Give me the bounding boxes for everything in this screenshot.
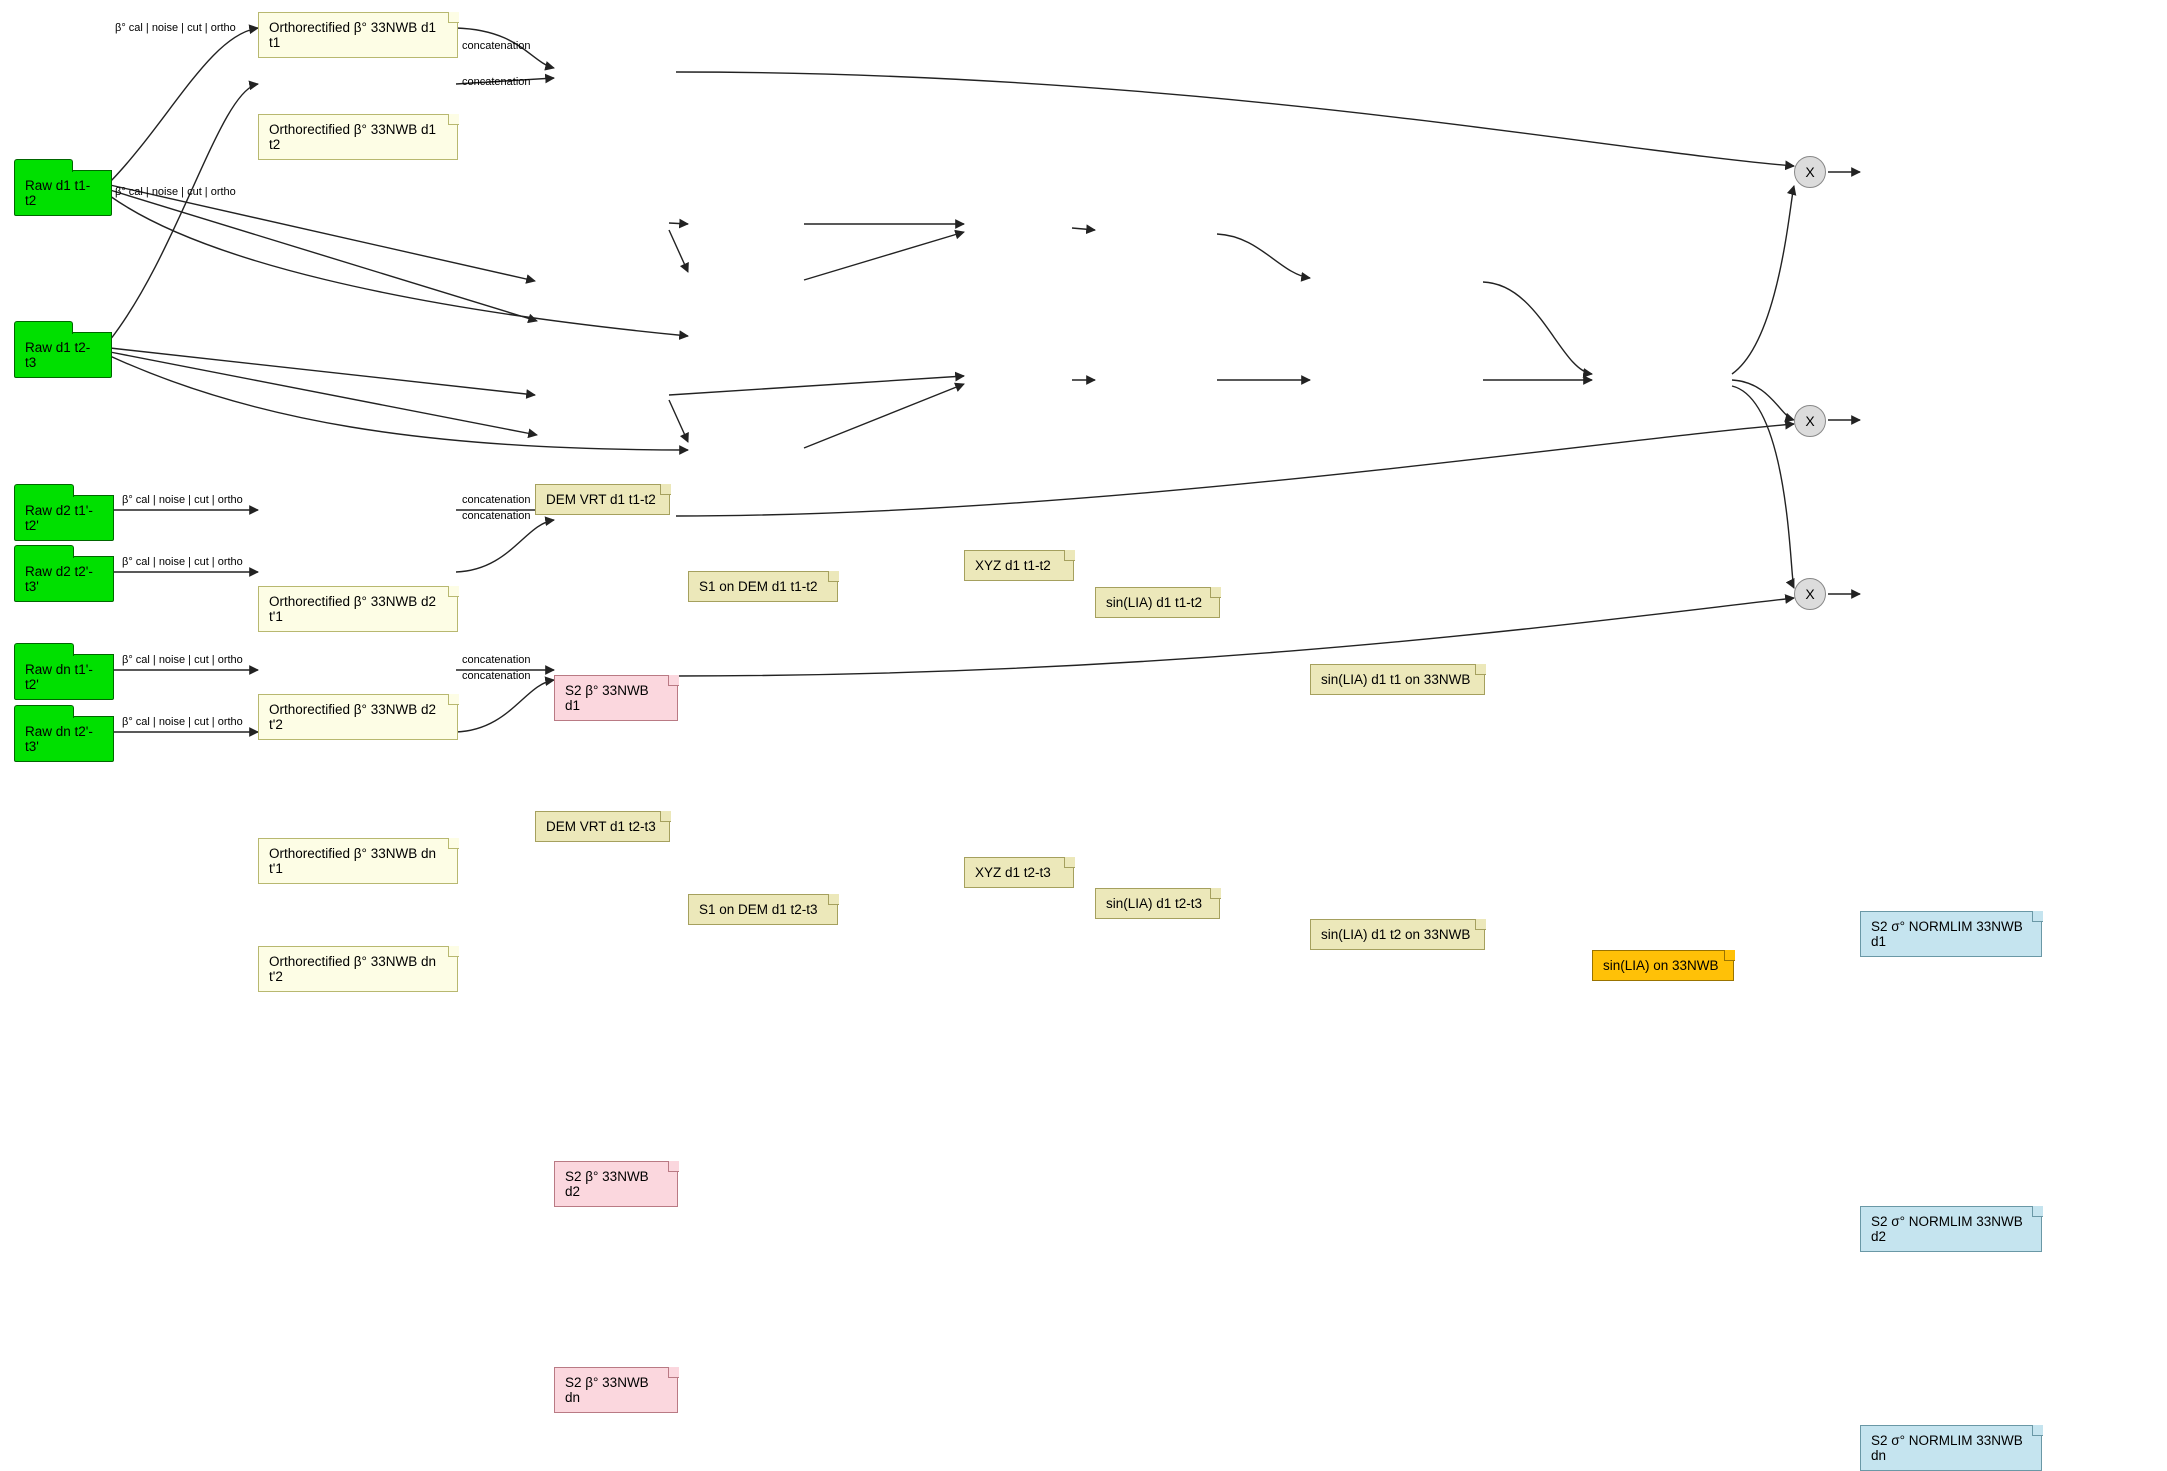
label: DEM VRT d1 t1-t2 [546, 492, 656, 507]
edge-beta-3: β° cal | noise | cut | ortho [122, 494, 243, 506]
label: X [1805, 586, 1814, 602]
label: Raw d1 t1-t2 [25, 178, 101, 208]
label: sin(LIA) d1 t1-t2 [1106, 595, 1202, 610]
label: sin(LIA) d1 t2-t3 [1106, 896, 1202, 911]
raw-d2-t1t2-folder[interactable]: Raw d2 t1'-t2' [14, 495, 114, 541]
ortho-d2-t1-note[interactable]: Orthorectified β° 33NWB d2 t'1 [258, 586, 458, 632]
label: Raw dn t1'-t2' [25, 662, 103, 692]
label: Orthorectified β° 33NWB d2 t'2 [269, 702, 447, 732]
s2-beta-d1-note[interactable]: S2 β° 33NWB d1 [554, 675, 678, 721]
multiply-dn-circle[interactable]: X [1794, 578, 1826, 610]
label: S2 σ° NORMLIM 33NWB d2 [1871, 1214, 2031, 1244]
label: S2 β° 33NWB d2 [565, 1169, 667, 1199]
label: S2 σ° NORMLIM 33NWB dn [1871, 1433, 2031, 1463]
label: Raw d2 t1'-t2' [25, 503, 103, 533]
ortho-dn-t1-note[interactable]: Orthorectified β° 33NWB dn t'1 [258, 838, 458, 884]
label: XYZ d1 t1-t2 [975, 558, 1051, 573]
edge-concat-4: concatenation [462, 510, 531, 522]
output-dn-note[interactable]: S2 σ° NORMLIM 33NWB dn [1860, 1425, 2042, 1471]
sinlia-on-33nwb-gold-note[interactable]: sin(LIA) on 33NWB [1592, 950, 1734, 981]
ortho-d2-t2-note[interactable]: Orthorectified β° 33NWB d2 t'2 [258, 694, 458, 740]
label: XYZ d1 t2-t3 [975, 865, 1051, 880]
label: Orthorectified β° 33NWB d1 t1 [269, 20, 447, 50]
ortho-d1-t2-note[interactable]: Orthorectified β° 33NWB d1 t2 [258, 114, 458, 160]
output-d2-note[interactable]: S2 σ° NORMLIM 33NWB d2 [1860, 1206, 2042, 1252]
label: Orthorectified β° 33NWB dn t'1 [269, 846, 447, 876]
dem-vrt-d1-note[interactable]: DEM VRT d1 t1-t2 [535, 484, 670, 515]
label: S1 on DEM d1 t2-t3 [699, 902, 818, 917]
label: Orthorectified β° 33NWB dn t'2 [269, 954, 447, 984]
ortho-dn-t2-note[interactable]: Orthorectified β° 33NWB dn t'2 [258, 946, 458, 992]
label: Raw d1 t2-t3 [25, 340, 101, 370]
label: sin(LIA) on 33NWB [1603, 958, 1719, 973]
xyz-d1-note[interactable]: XYZ d1 t1-t2 [964, 550, 1074, 581]
multiply-d2-circle[interactable]: X [1794, 405, 1826, 437]
edge-concat-1: concatenation [462, 40, 531, 52]
s2-beta-dn-note[interactable]: S2 β° 33NWB dn [554, 1367, 678, 1413]
label: X [1805, 164, 1814, 180]
edge-beta-1: β° cal | noise | cut | ortho [115, 22, 236, 34]
edge-beta-6: β° cal | noise | cut | ortho [122, 716, 243, 728]
sinlia-d1-note[interactable]: sin(LIA) d1 t1-t2 [1095, 587, 1220, 618]
edge-concat-6: concatenation [462, 670, 531, 682]
s2-beta-d2-note[interactable]: S2 β° 33NWB d2 [554, 1161, 678, 1207]
label: Orthorectified β° 33NWB d2 t'1 [269, 594, 447, 624]
label: X [1805, 413, 1814, 429]
edge-beta-5: β° cal | noise | cut | ortho [122, 654, 243, 666]
dem-vrt-d1b-note[interactable]: DEM VRT d1 t2-t3 [535, 811, 670, 842]
edge-concat-5: concatenation [462, 654, 531, 666]
output-d1-note[interactable]: S2 σ° NORMLIM 33NWB d1 [1860, 911, 2042, 957]
label: sin(LIA) d1 t1 on 33NWB [1321, 672, 1470, 687]
sinlia-d1-on-33nwb-note[interactable]: sin(LIA) d1 t1 on 33NWB [1310, 664, 1485, 695]
sinlia-d1b-note[interactable]: sin(LIA) d1 t2-t3 [1095, 888, 1220, 919]
raw-dn-t1t2-folder[interactable]: Raw dn t1'-t2' [14, 654, 114, 700]
label: Raw dn t2'-t3' [25, 724, 103, 754]
label: S2 β° 33NWB d1 [565, 683, 667, 713]
edge-beta-4: β° cal | noise | cut | ortho [122, 556, 243, 568]
ortho-d1-t1-note[interactable]: Orthorectified β° 33NWB d1 t1 [258, 12, 458, 58]
edge-beta-2: β° cal | noise | cut | ortho [115, 186, 236, 198]
label: Orthorectified β° 33NWB d1 t2 [269, 122, 447, 152]
raw-d2-t2t3-folder[interactable]: Raw d2 t2'-t3' [14, 556, 114, 602]
label: DEM VRT d1 t2-t3 [546, 819, 656, 834]
raw-dn-t2t3-folder[interactable]: Raw dn t2'-t3' [14, 716, 114, 762]
s1-on-dem-d1b-note[interactable]: S1 on DEM d1 t2-t3 [688, 894, 838, 925]
label: S2 β° 33NWB dn [565, 1375, 667, 1405]
multiply-d1-circle[interactable]: X [1794, 156, 1826, 188]
label: sin(LIA) d1 t2 on 33NWB [1321, 927, 1470, 942]
s1-on-dem-d1-note[interactable]: S1 on DEM d1 t1-t2 [688, 571, 838, 602]
label: S1 on DEM d1 t1-t2 [699, 579, 818, 594]
edge-concat-2: concatenation [462, 76, 531, 88]
edge-concat-3: concatenation [462, 494, 531, 506]
raw-d1-t2t3-folder[interactable]: Raw d1 t2-t3 [14, 332, 112, 378]
label: S2 σ° NORMLIM 33NWB d1 [1871, 919, 2031, 949]
sinlia-d1b-on-33nwb-note[interactable]: sin(LIA) d1 t2 on 33NWB [1310, 919, 1485, 950]
xyz-d1b-note[interactable]: XYZ d1 t2-t3 [964, 857, 1074, 888]
raw-d1-t1t2-folder[interactable]: Raw d1 t1-t2 [14, 170, 112, 216]
label: Raw d2 t2'-t3' [25, 564, 103, 594]
